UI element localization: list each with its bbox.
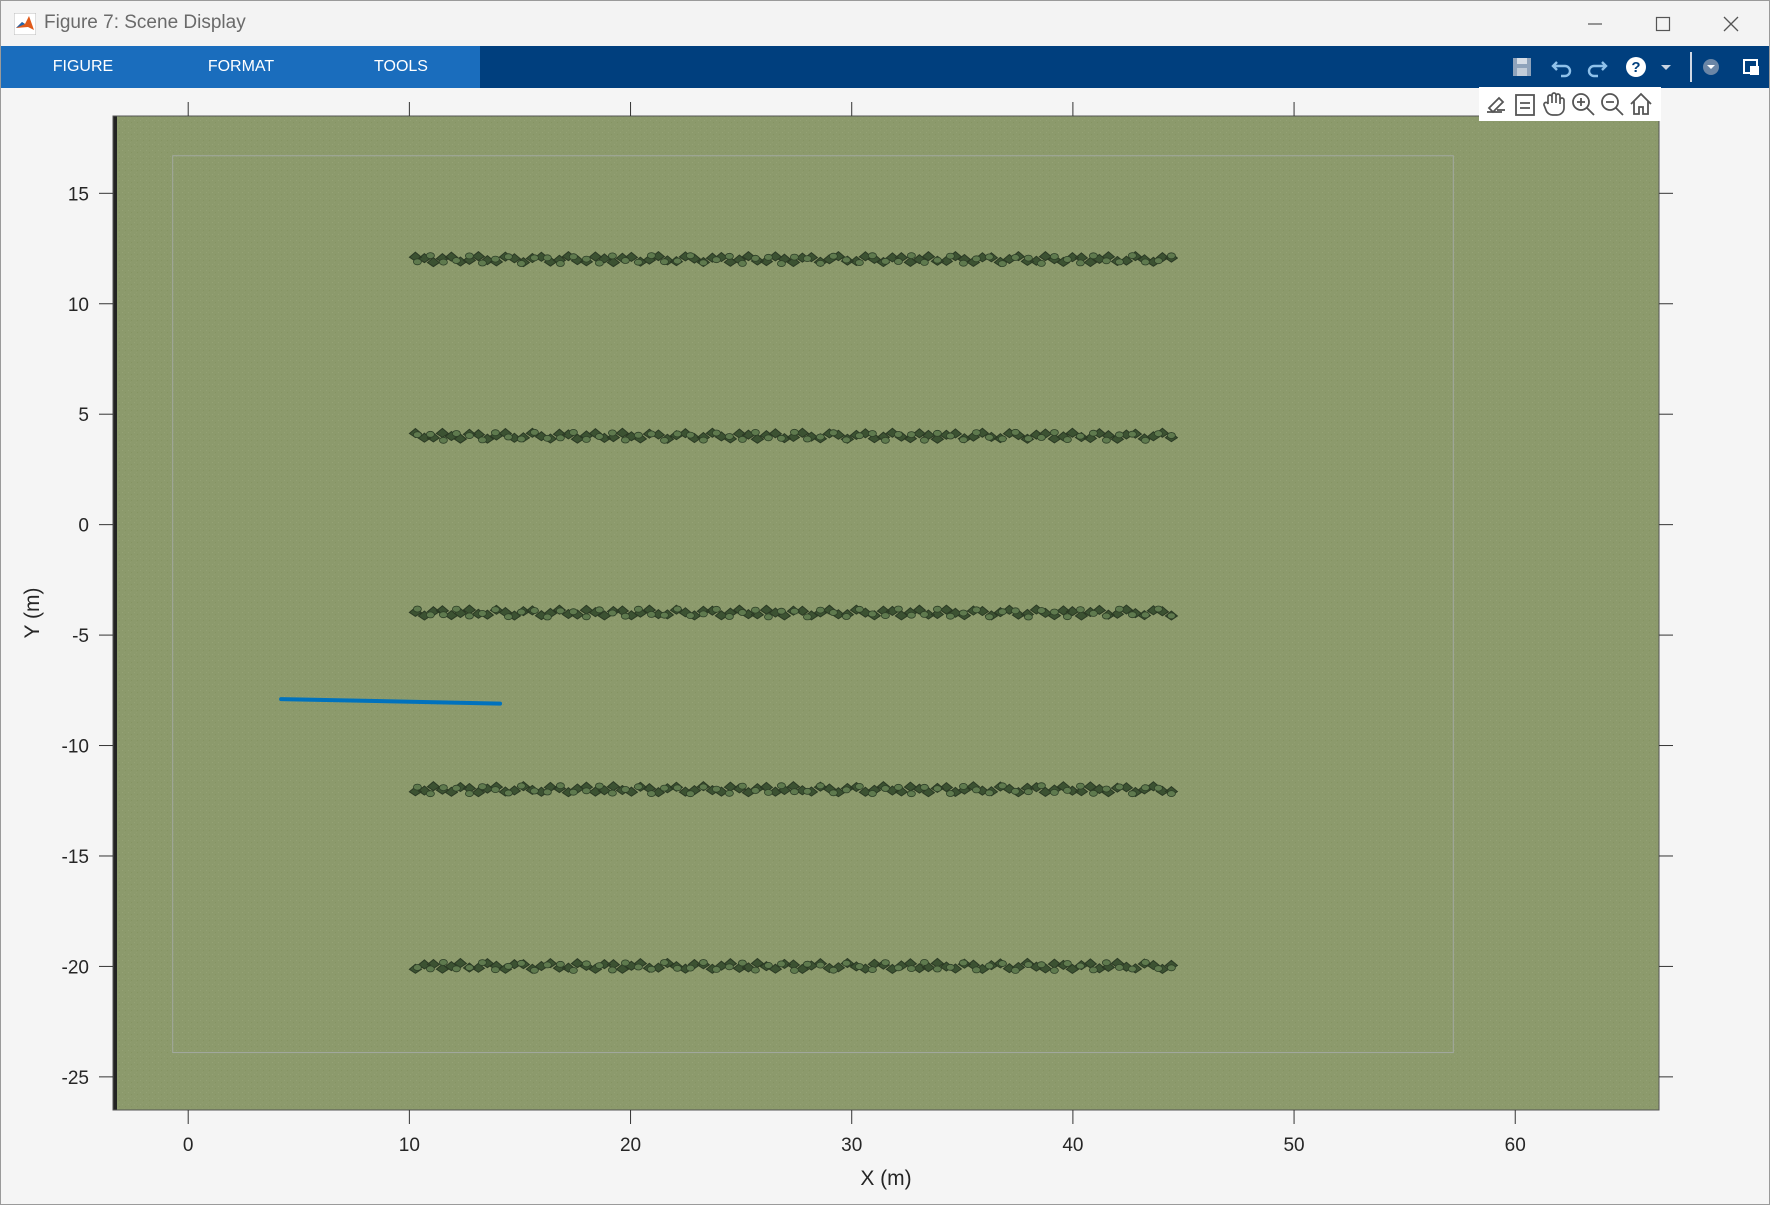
window-title: Figure 7: Scene Display	[44, 12, 246, 33]
x-axis-label: X (m)	[860, 1167, 911, 1190]
scene-axes[interactable]: 0 10 20 30 40 50 60151050-5-10-15-20-25X (m)Y …	[1, 88, 1769, 1204]
toolstrip-tabs: FIGURE FORMAT TOOLS	[1, 46, 480, 88]
matlab-logo-icon	[14, 13, 36, 35]
close-icon	[1723, 16, 1739, 31]
maximize-button[interactable]	[1629, 1, 1697, 46]
toolstrip-separator	[1690, 52, 1692, 82]
y-tick-label: 10	[68, 295, 89, 316]
undock-icon[interactable]	[1738, 54, 1764, 80]
home-icon[interactable]	[1627, 90, 1655, 118]
redo-icon[interactable]	[1584, 54, 1610, 80]
tab-figure[interactable]: FIGURE	[13, 46, 153, 88]
y-tick-label: 15	[68, 184, 89, 205]
x-tick-label: 0	[183, 1135, 194, 1156]
x-tick-label: 30	[841, 1135, 862, 1156]
x-tick-label: 10	[399, 1135, 420, 1156]
zoom-in-icon[interactable]	[1569, 90, 1597, 118]
y-tick-label: -5	[72, 626, 89, 647]
y-tick-label: -10	[62, 737, 89, 758]
tab-tools[interactable]: TOOLS	[331, 46, 471, 88]
brush-icon[interactable]	[1482, 90, 1510, 118]
x-tick-label: 40	[1062, 1135, 1083, 1156]
tab-format[interactable]: FORMAT	[171, 46, 311, 88]
x-tick-label: 60	[1505, 1135, 1526, 1156]
y-tick-label: -25	[62, 1068, 89, 1089]
save-icon[interactable]	[1509, 54, 1535, 80]
y-tick-label: -20	[62, 957, 89, 978]
close-button[interactable]	[1697, 1, 1765, 46]
collapse-toolstrip-icon[interactable]	[1698, 54, 1724, 80]
y-tick-label: -15	[62, 847, 89, 868]
pan-icon[interactable]	[1540, 90, 1568, 118]
title-bar[interactable]: Figure 7: Scene Display	[1, 1, 1769, 46]
y-tick-label: 5	[78, 405, 89, 426]
x-tick-label: 50	[1283, 1135, 1304, 1156]
toolstrip: FIGURE FORMAT TOOLS ?	[1, 46, 1769, 88]
y-axis-label: Y (m)	[21, 588, 44, 639]
x-tick-label: 20	[620, 1135, 641, 1156]
maximize-icon	[1655, 16, 1671, 31]
figure-window: Figure 7: Scene Display FIGURE FORMAT TO…	[0, 0, 1770, 1205]
help-dropdown-icon[interactable]	[1653, 54, 1679, 80]
y-tick-label: 0	[78, 516, 89, 537]
undo-icon[interactable]	[1549, 54, 1575, 80]
minimize-icon	[1588, 22, 1602, 25]
minimize-button[interactable]	[1561, 1, 1629, 46]
axes-toolbar	[1479, 87, 1661, 121]
help-icon[interactable]: ?	[1623, 54, 1649, 80]
data-tips-icon[interactable]	[1511, 90, 1539, 118]
svg-text:?: ?	[1631, 59, 1640, 76]
zoom-out-icon[interactable]	[1598, 90, 1626, 118]
